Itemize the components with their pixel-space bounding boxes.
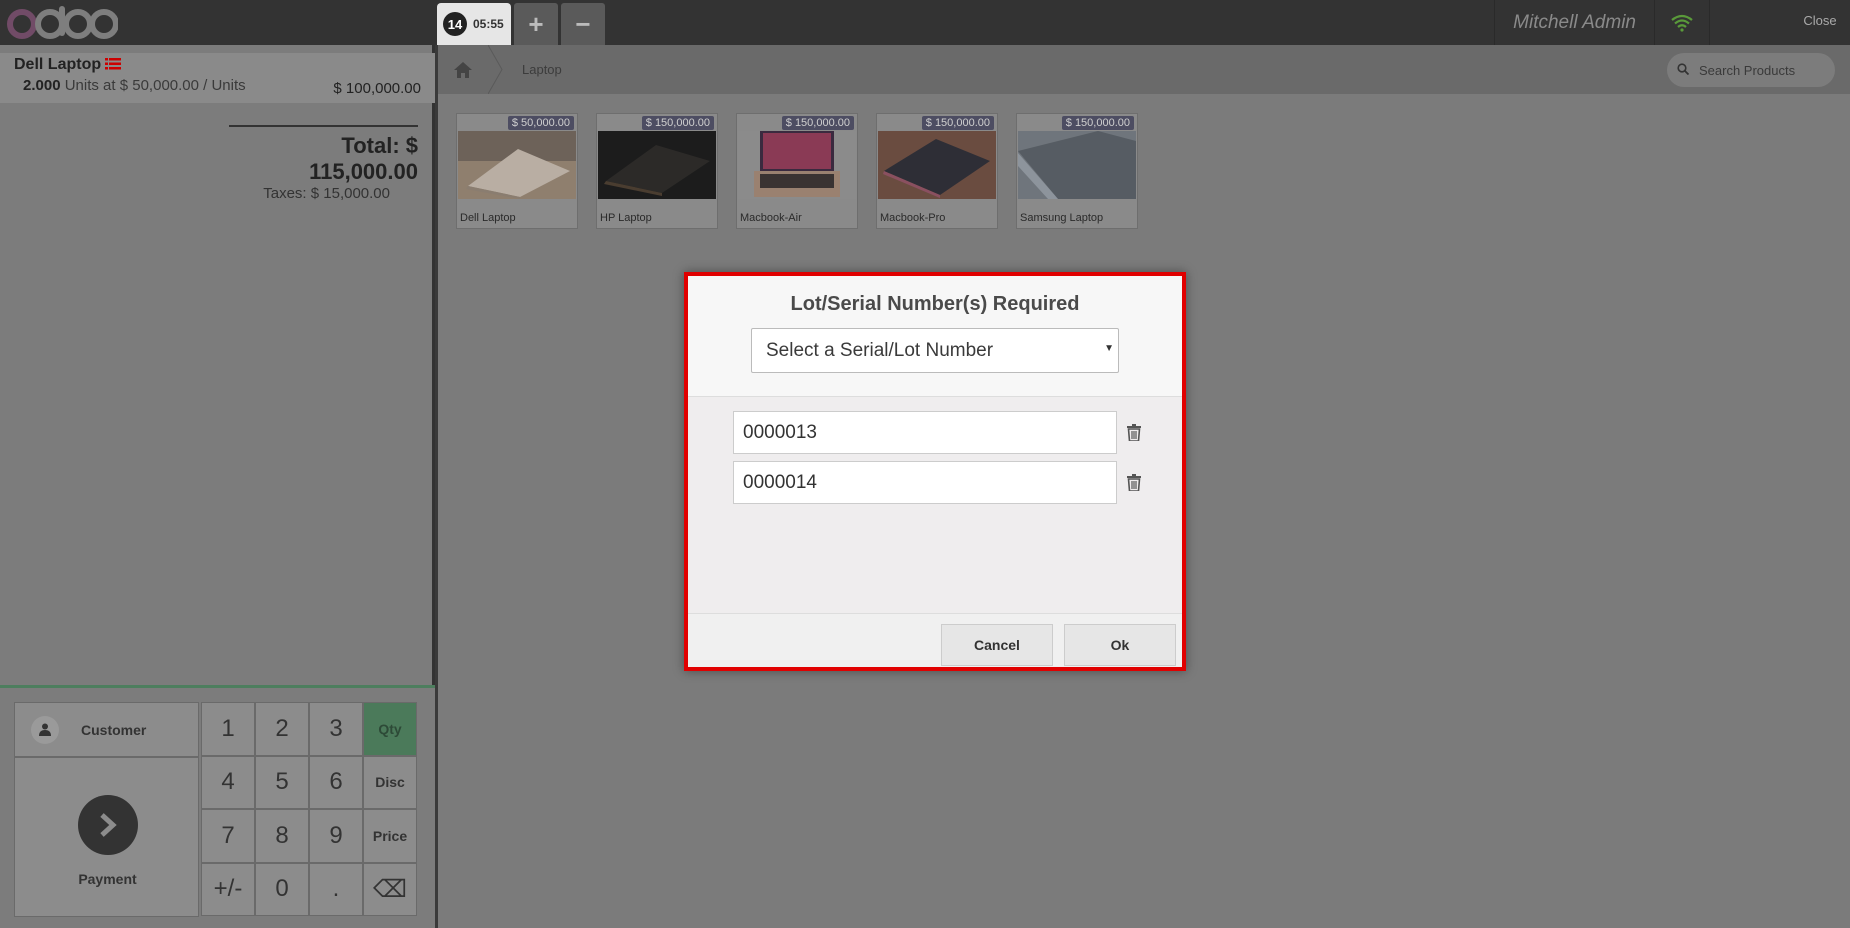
backspace-icon[interactable]: ⌫ [363,862,417,916]
trash-icon[interactable] [1119,411,1149,454]
numpad-key-1[interactable]: 1 [201,702,255,756]
product-image [738,131,856,199]
numpad-key-8[interactable]: 8 [255,809,309,863]
user-name: Mitchell Admin [1494,0,1655,45]
customer-label: Customer [81,721,147,738]
numpad-key-plus-minus[interactable]: +/- [201,862,255,916]
product-card[interactable]: $ 150,000.00 Macbook-Pro [876,113,998,229]
lot-serial-dialog: Lot/Serial Number(s) Required Select a S… [684,272,1186,671]
dialog-footer: Cancel Ok [688,613,1182,667]
breadcrumb-separator [488,45,503,94]
order-line-product-name: Dell Laptop [14,56,102,73]
user-icon [31,715,59,744]
order-total: Total: $ 115,000.00 [309,133,418,184]
product-image [1018,131,1136,199]
caret-down-icon: ▼ [1104,343,1114,354]
product-name: HP Laptop [600,212,652,224]
order-line-unit: Units at $ 50,000.00 / Units [60,77,246,94]
order-line-price: $ 100,000.00 [333,80,421,97]
serial-lot-select-value: Select a Serial/Lot Number [766,339,994,361]
product-price: $ 150,000.00 [921,116,994,130]
mode-qty-button[interactable]: Qty [363,702,417,756]
product-price: $ 150,000.00 [1061,116,1134,130]
serial-lot-select[interactable]: Select a Serial/Lot Number ▼ [751,328,1119,373]
breadcrumb-category[interactable]: Laptop [508,45,576,94]
product-image [458,131,576,199]
chevron-right-icon [78,795,138,855]
product-image [598,131,716,199]
lot-list-icon[interactable] [105,57,122,73]
numpad-key-6[interactable]: 6 [309,755,363,809]
dialog-body [688,397,1182,613]
lot-input[interactable] [733,461,1117,504]
product-price: $ 150,000.00 [781,116,854,130]
lot-row [733,461,1149,504]
search-box: ✖ [1667,53,1850,87]
dialog-title: Lot/Serial Number(s) Required [790,293,1080,315]
add-order-button[interactable]: + [514,3,558,45]
payment-button[interactable]: Payment [14,757,199,917]
numpad-key-decimal[interactable]: . [309,862,363,916]
search-input[interactable] [1699,62,1850,78]
numpad-key-7[interactable]: 7 [201,809,255,863]
numpad-key-9[interactable]: 9 [309,809,363,863]
mode-disc-button[interactable]: Disc [363,755,417,809]
order-number-badge: 14 [443,12,467,36]
trash-icon[interactable] [1119,461,1149,504]
order-time: 05:55 [473,17,504,31]
remove-order-button[interactable]: − [561,3,605,45]
home-icon[interactable] [438,45,488,94]
order-line[interactable]: Dell Laptop 2.000 Units at $ 50,000.00 /… [0,53,435,103]
product-name: Macbook-Air [740,212,802,224]
lot-row [733,411,1149,454]
product-name: Samsung Laptop [1020,212,1104,224]
order-taxes: Taxes: $ 15,000.00 [263,185,390,202]
odoo-logo [6,4,118,42]
dialog-header: Lot/Serial Number(s) Required Select a S… [688,276,1182,397]
numpad-key-3[interactable]: 3 [309,702,363,756]
numpad-key-5[interactable]: 5 [255,755,309,809]
order-tab[interactable]: 14 05:55 [437,3,511,45]
ok-button[interactable]: Ok [1064,624,1176,666]
numpad-key-0[interactable]: 0 [255,862,309,916]
close-button[interactable]: Close [1790,0,1850,45]
product-price: $ 50,000.00 [507,116,574,130]
wifi-icon [1655,0,1710,45]
control-pad: Customer Payment 1 2 3 Qty 4 5 6 Disc 7 … [0,685,435,928]
product-card[interactable]: $ 150,000.00 Macbook-Air [736,113,858,229]
numpad-key-2[interactable]: 2 [255,702,309,756]
payment-label: Payment [78,871,137,887]
order-panel: Dell Laptop 2.000 Units at $ 50,000.00 /… [0,45,435,928]
product-name: Dell Laptop [460,212,516,224]
product-list: $ 50,000.00 Dell Laptop $ 150,000.00 HP … [456,113,1138,229]
mode-price-button[interactable]: Price [363,809,417,863]
customer-button[interactable]: Customer [14,702,199,757]
lot-input[interactable] [733,411,1117,454]
product-price: $ 150,000.00 [641,116,714,130]
order-line-qty: 2.000 [23,77,61,94]
numpad-key-4[interactable]: 4 [201,755,255,809]
order-summary: Total: $ 115,000.00 Taxes: $ 15,000.00 [229,125,418,202]
cancel-button[interactable]: Cancel [941,624,1053,666]
breadcrumb: Laptop ✖ [438,45,1850,94]
top-bar: 14 05:55 + − Mitchell Admin Close [0,0,1850,45]
product-card[interactable]: $ 150,000.00 HP Laptop [596,113,718,229]
product-card[interactable]: $ 50,000.00 Dell Laptop [456,113,578,229]
numpad: 1 2 3 Qty 4 5 6 Disc 7 8 9 Price +/- 0 .… [201,702,419,917]
product-name: Macbook-Pro [880,212,946,224]
search-icon [1677,62,1690,78]
product-card[interactable]: $ 150,000.00 Samsung Laptop [1016,113,1138,229]
product-image [878,131,996,199]
